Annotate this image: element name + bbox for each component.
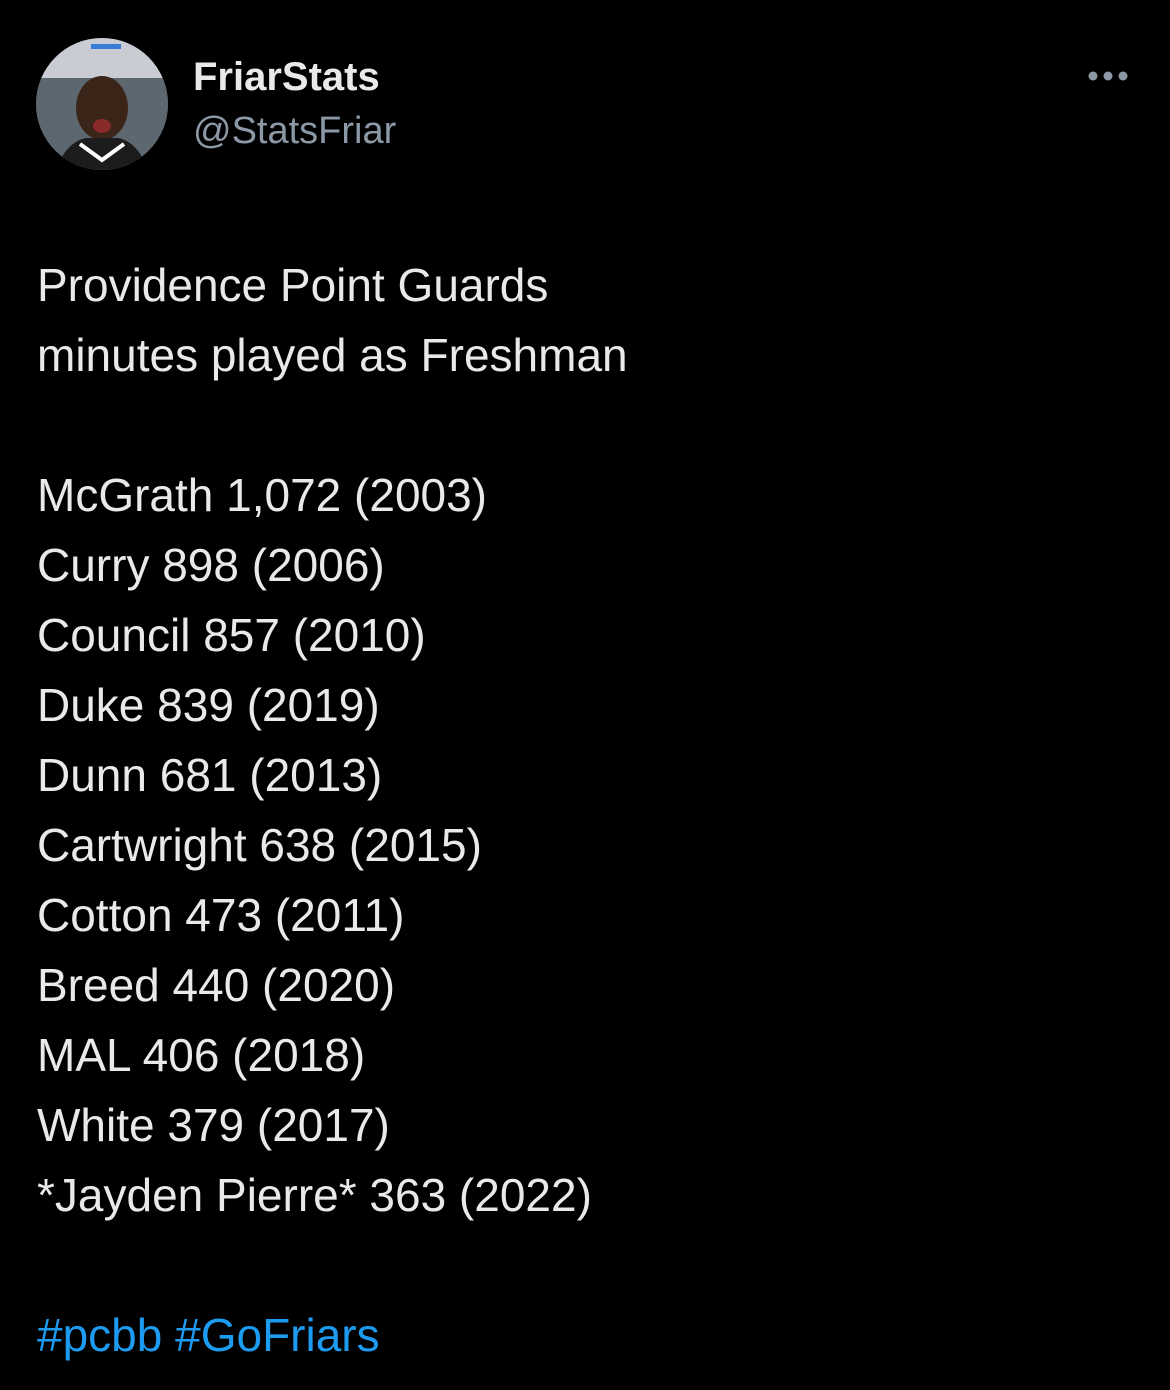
more-horizontal-icon	[1088, 71, 1128, 81]
stat-line: White 379 (2017)	[37, 1099, 390, 1151]
avatar[interactable]	[36, 38, 168, 170]
stat-line: Curry 898 (2006)	[37, 539, 385, 591]
stat-line: Council 857 (2010)	[37, 609, 426, 661]
stat-line: MAL 406 (2018)	[37, 1029, 366, 1081]
stat-line: Cotton 473 (2011)	[37, 889, 405, 941]
author-handle[interactable]: @StatsFriar	[193, 108, 396, 154]
hashtag-row: #pcbb #GoFriars	[37, 1300, 1137, 1370]
tweet-text: Providence Point Guards minutes played a…	[37, 250, 1137, 1370]
tweet: FriarStats @StatsFriar Providence Point …	[0, 0, 1170, 1390]
stat-line: Dunn 681 (2013)	[37, 749, 383, 801]
stat-line: McGrath 1,072 (2003)	[37, 469, 488, 521]
author-display-name[interactable]: FriarStats	[193, 54, 380, 100]
stat-line: Breed 440 (2020)	[37, 959, 396, 1011]
tweet-heading-line: minutes played as Freshman	[37, 329, 628, 381]
avatar-image	[36, 38, 168, 170]
stat-line: *Jayden Pierre* 363 (2022)	[37, 1169, 592, 1221]
stat-line: Cartwright 638 (2015)	[37, 819, 482, 871]
stat-line: Duke 839 (2019)	[37, 679, 380, 731]
more-options-button[interactable]	[1080, 56, 1136, 96]
tweet-heading-line: Providence Point Guards	[37, 259, 549, 311]
hashtag-link-gofriars[interactable]: #GoFriars	[175, 1309, 379, 1361]
hashtag-link-pcbb[interactable]: #pcbb	[37, 1309, 162, 1361]
